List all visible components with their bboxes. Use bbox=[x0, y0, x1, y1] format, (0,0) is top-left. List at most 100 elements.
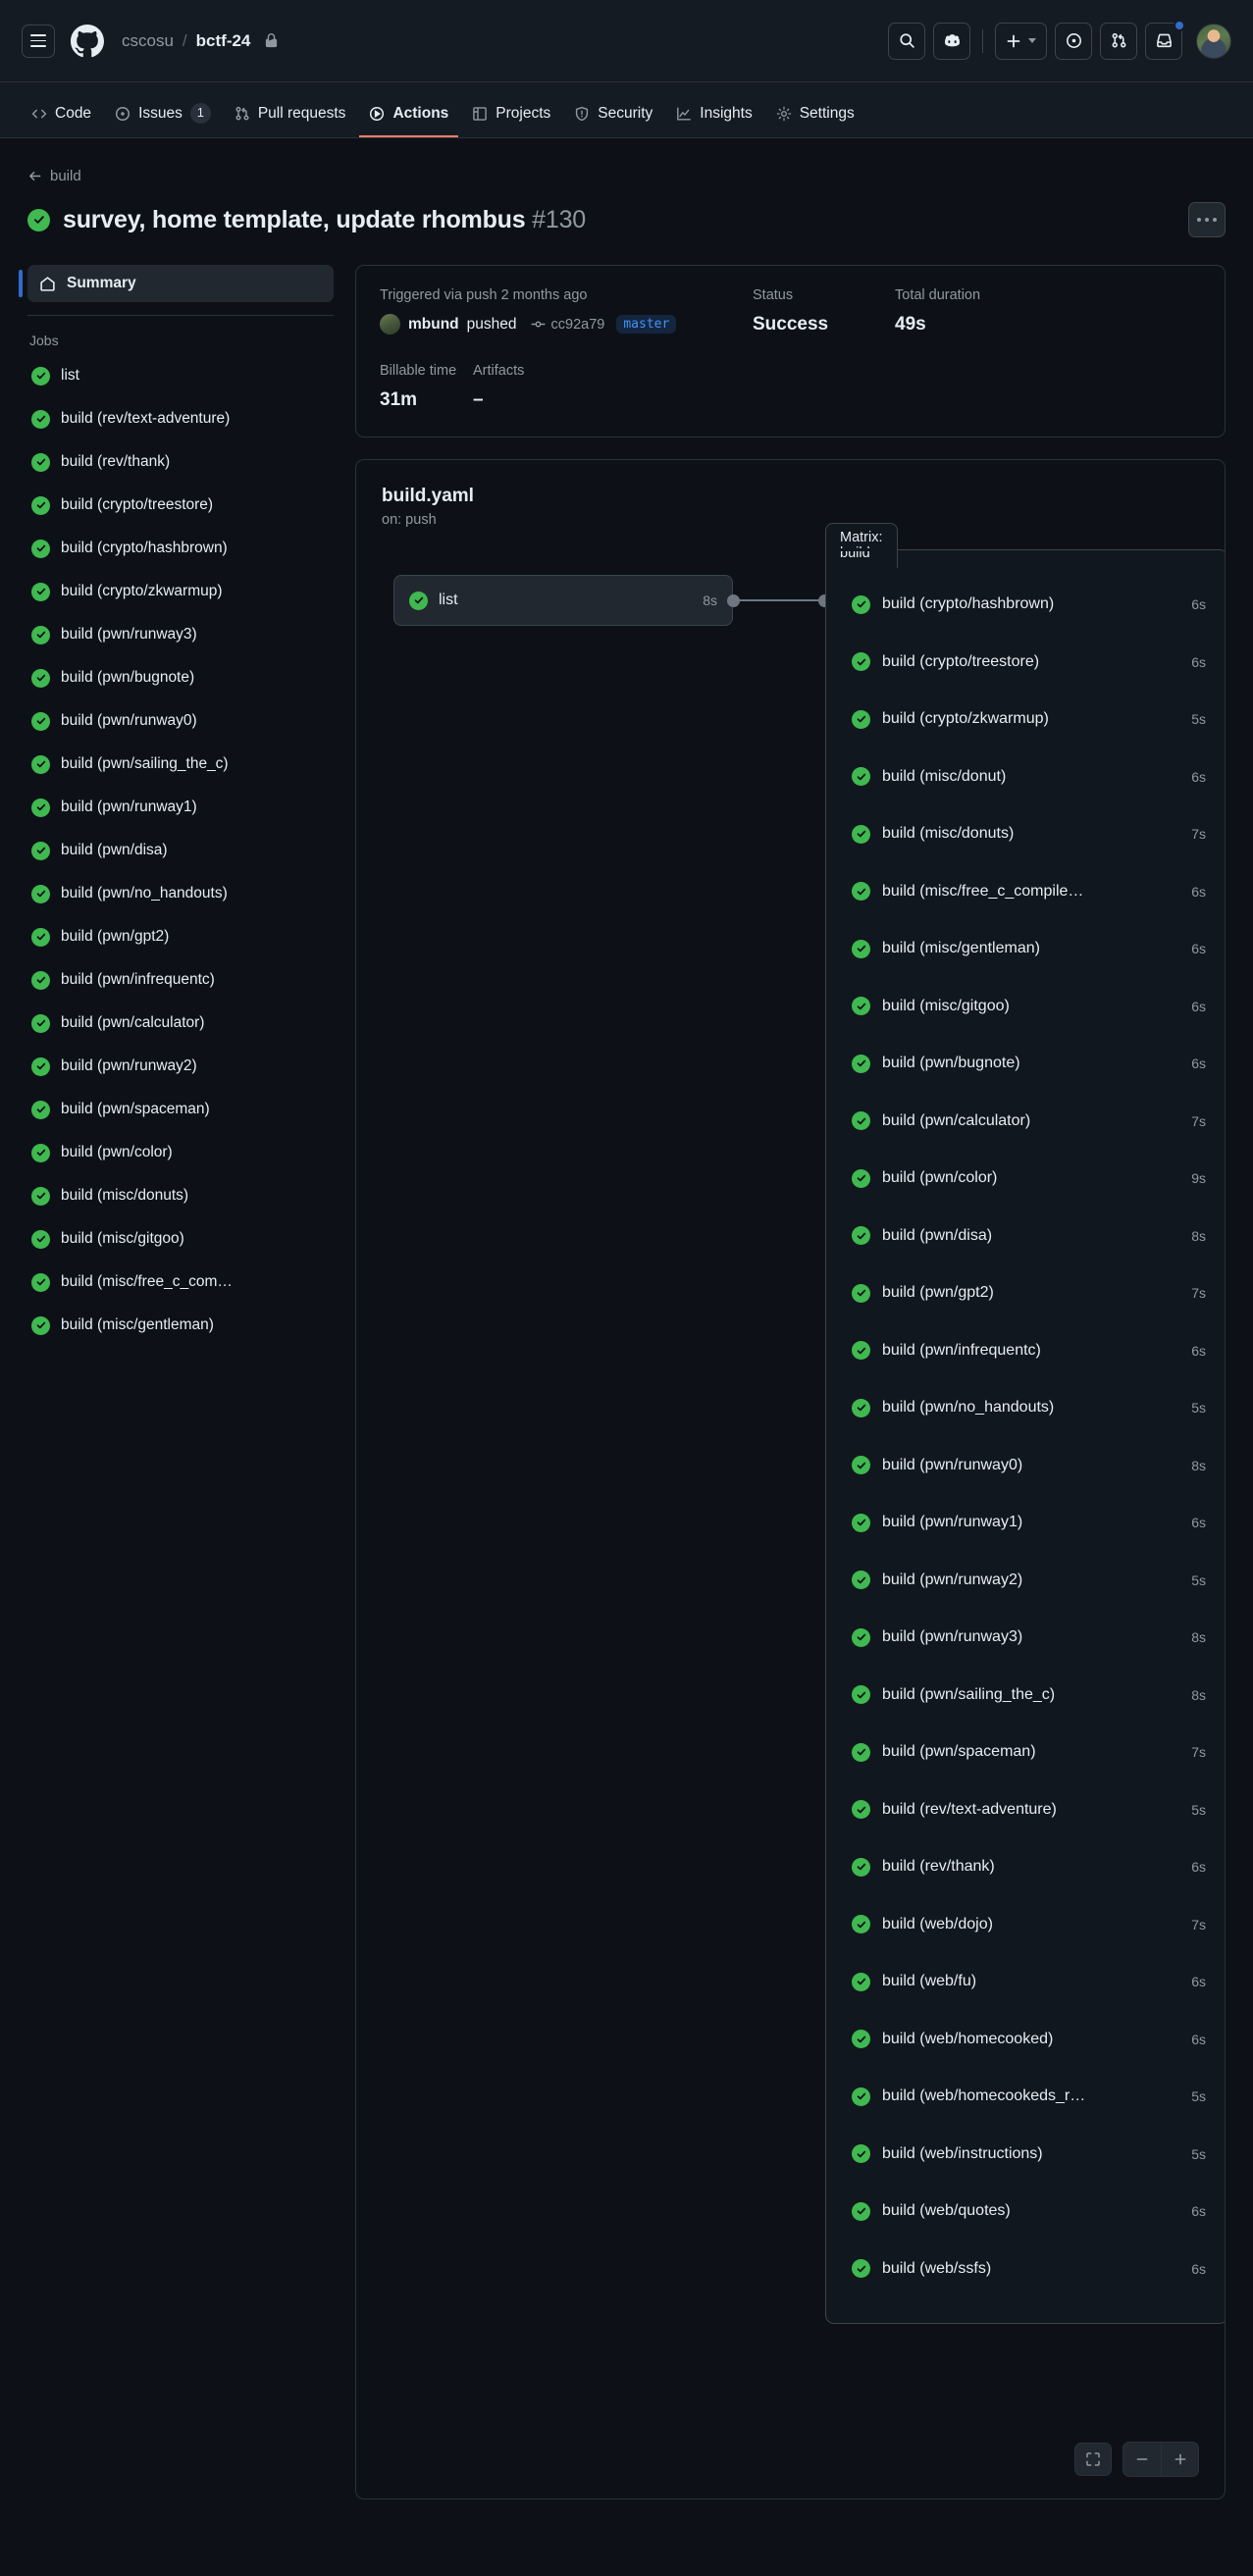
matrix-job-row[interactable]: build (misc/donut) 6s bbox=[826, 748, 1225, 806]
sidebar-job-label: build (misc/donuts) bbox=[61, 1187, 189, 1204]
matrix-job-row[interactable]: build (web/quotes) 6s bbox=[826, 2183, 1225, 2241]
notifications-inbox-icon[interactable] bbox=[1145, 19, 1185, 60]
commit-sha-text: cc92a79 bbox=[550, 316, 605, 333]
matrix-job-row[interactable]: build (rev/text-adventure) 5s bbox=[826, 1781, 1225, 1839]
search-icon[interactable] bbox=[888, 22, 925, 60]
branch-badge[interactable]: master bbox=[616, 315, 677, 334]
back-to-workflow-link[interactable]: build bbox=[27, 168, 81, 184]
matrix-job-row[interactable]: build (pwn/no_handouts) 5s bbox=[826, 1379, 1225, 1437]
matrix-job-duration: 6s bbox=[1191, 653, 1206, 670]
sidebar-job-item[interactable]: build (misc/gentleman) bbox=[27, 1304, 334, 1347]
matrix-job-row[interactable]: build (crypto/hashbrown) 6s bbox=[826, 576, 1225, 634]
check-circle-icon bbox=[852, 1168, 870, 1188]
repo-nav-item-issues[interactable]: Issues 1 bbox=[105, 91, 221, 137]
repo-nav-item-security[interactable]: Security bbox=[564, 91, 662, 137]
sidebar-job-label: build (misc/gentleman) bbox=[61, 1316, 214, 1333]
matrix-job-row[interactable]: build (misc/gentleman) 6s bbox=[826, 920, 1225, 978]
matrix-job-row[interactable]: build (pwn/runway2) 5s bbox=[826, 1552, 1225, 1610]
sidebar-job-item[interactable]: build (crypto/treestore) bbox=[27, 484, 334, 527]
repo-nav-item-settings[interactable]: Settings bbox=[766, 91, 864, 137]
matrix-job-row[interactable]: build (pwn/runway0) 8s bbox=[826, 1437, 1225, 1495]
sidebar-job-item[interactable]: build (pwn/no_handouts) bbox=[27, 872, 334, 915]
sidebar-job-item[interactable]: build (pwn/bugnote) bbox=[27, 656, 334, 699]
matrix-job-row[interactable]: build (web/fu) 6s bbox=[826, 1953, 1225, 2011]
sidebar-job-item[interactable]: build (pwn/infrequentc) bbox=[27, 958, 334, 1002]
repo-nav-item-insights[interactable]: Insights bbox=[666, 91, 761, 137]
matrix-group-tab[interactable]: Matrix: build bbox=[825, 523, 898, 568]
github-logo-icon[interactable] bbox=[71, 24, 104, 58]
matrix-job-row[interactable]: build (web/instructions) 5s bbox=[826, 2126, 1225, 2184]
matrix-job-row[interactable]: build (pwn/color) 9s bbox=[826, 1150, 1225, 1208]
matrix-job-row[interactable]: build (web/homecookeds_r… 5s bbox=[826, 2068, 1225, 2126]
matrix-job-row[interactable]: build (crypto/treestore) 6s bbox=[826, 634, 1225, 692]
sidebar-job-item[interactable]: build (pwn/calculator) bbox=[27, 1002, 334, 1045]
sidebar-job-item[interactable]: build (pwn/runway3) bbox=[27, 613, 334, 656]
sidebar-job-item[interactable]: build (pwn/color) bbox=[27, 1131, 334, 1174]
repo-nav-item-pull-requests[interactable]: Pull requests bbox=[225, 91, 356, 137]
matrix-job-label: build (pwn/gpt2) bbox=[882, 1284, 994, 1302]
repo-nav-item-projects[interactable]: Projects bbox=[462, 91, 560, 137]
matrix-job-row[interactable]: build (misc/free_c_compile… 6s bbox=[826, 863, 1225, 921]
breadcrumb-owner[interactable]: cscosu bbox=[122, 31, 174, 51]
matrix-job-row[interactable]: build (pwn/bugnote) 6s bbox=[826, 1035, 1225, 1093]
matrix-job-row[interactable]: build (pwn/spaceman) 7s bbox=[826, 1724, 1225, 1781]
sidebar-job-item[interactable]: list bbox=[27, 354, 334, 397]
matrix-job-row[interactable]: build (misc/gitgoo) 6s bbox=[826, 978, 1225, 1036]
fit-screen-icon[interactable] bbox=[1074, 2443, 1112, 2476]
matrix-job-duration: 6s bbox=[1191, 2031, 1206, 2047]
repo-nav-item-code[interactable]: Code bbox=[22, 91, 101, 137]
matrix-job-row[interactable]: build (rev/thank) 6s bbox=[826, 1838, 1225, 1896]
repo-nav-item-actions[interactable]: Actions bbox=[359, 91, 459, 137]
matrix-job-row[interactable]: build (pwn/runway3) 8s bbox=[826, 1609, 1225, 1667]
actor-avatar[interactable] bbox=[380, 314, 400, 335]
matrix-job-row[interactable]: build (pwn/sailing_the_c) 8s bbox=[826, 1667, 1225, 1725]
repo-nav-label: Pull requests bbox=[257, 104, 346, 122]
graph-canvas[interactable]: list 8s Matrix: build build (crypto/hash… bbox=[382, 523, 1225, 2472]
more-options-button[interactable] bbox=[1188, 202, 1226, 237]
matrix-job-row[interactable]: build (pwn/disa) 8s bbox=[826, 1208, 1225, 1265]
sidebar-job-item[interactable]: build (rev/thank) bbox=[27, 440, 334, 484]
sidebar-job-item[interactable]: build (pwn/spaceman) bbox=[27, 1088, 334, 1131]
matrix-job-row[interactable]: build (web/homecooked) 6s bbox=[826, 2011, 1225, 2069]
commit-reference[interactable]: cc92a79 bbox=[530, 316, 605, 333]
sidebar-job-item[interactable]: build (pwn/runway1) bbox=[27, 786, 334, 829]
sidebar-item-summary[interactable]: Summary bbox=[19, 265, 334, 302]
sidebar-job-item[interactable]: build (rev/text-adventure) bbox=[27, 397, 334, 440]
create-new-button[interactable] bbox=[995, 22, 1047, 60]
sidebar-job-item[interactable]: build (pwn/sailing_the_c) bbox=[27, 743, 334, 786]
pull-requests-icon[interactable] bbox=[1100, 22, 1137, 60]
sidebar-job-item[interactable]: build (misc/gitgoo) bbox=[27, 1217, 334, 1261]
sidebar-job-item[interactable]: build (misc/free_c_com… bbox=[27, 1261, 334, 1304]
breadcrumb-separator: / bbox=[182, 30, 187, 50]
issues-icon[interactable] bbox=[1055, 22, 1092, 60]
sidebar-job-item[interactable]: build (pwn/runway0) bbox=[27, 699, 334, 743]
matrix-job-row[interactable]: build (web/dojo) 7s bbox=[826, 1896, 1225, 1954]
matrix-job-row[interactable]: build (crypto/zkwarmup) 5s bbox=[826, 691, 1225, 748]
copilot-icon[interactable] bbox=[933, 22, 970, 60]
sidebar-job-item[interactable]: build (misc/donuts) bbox=[27, 1174, 334, 1217]
matrix-job-row[interactable]: build (misc/donuts) 7s bbox=[826, 805, 1225, 863]
sidebar-job-item[interactable]: build (crypto/hashbrown) bbox=[27, 527, 334, 570]
sidebar-job-item[interactable]: build (crypto/zkwarmup) bbox=[27, 570, 334, 613]
breadcrumb-repo[interactable]: bctf-24 bbox=[196, 31, 251, 51]
user-avatar[interactable] bbox=[1196, 23, 1231, 59]
matrix-job-row[interactable]: build (pwn/runway1) 6s bbox=[826, 1494, 1225, 1552]
summary-billable-column: Billable time 31m bbox=[380, 363, 473, 411]
matrix-job-label: build (web/homecooked) bbox=[882, 2030, 1054, 2047]
zoom-in-icon[interactable] bbox=[1161, 2443, 1198, 2476]
check-circle-icon bbox=[31, 495, 50, 515]
actor-name[interactable]: mbund bbox=[408, 316, 459, 334]
matrix-job-row[interactable]: build (pwn/infrequentc) 6s bbox=[826, 1322, 1225, 1380]
matrix-job-row[interactable]: build (pwn/gpt2) 7s bbox=[826, 1264, 1225, 1322]
matrix-job-row[interactable]: build (pwn/calculator) 7s bbox=[826, 1093, 1225, 1151]
sidebar-job-item[interactable]: build (pwn/runway2) bbox=[27, 1045, 334, 1088]
graph-node-list[interactable]: list 8s bbox=[393, 575, 733, 626]
check-circle-icon bbox=[852, 652, 870, 672]
matrix-job-row[interactable]: build (web/ssfs) 6s bbox=[826, 2241, 1225, 2298]
sidebar-job-item[interactable]: build (pwn/gpt2) bbox=[27, 915, 334, 958]
sidebar-job-item[interactable]: build (pwn/disa) bbox=[27, 829, 334, 872]
summary-duration-column: Total duration 49s bbox=[895, 287, 1201, 335]
check-circle-icon bbox=[31, 1056, 50, 1076]
zoom-out-icon[interactable] bbox=[1123, 2443, 1161, 2476]
hamburger-menu-icon[interactable] bbox=[22, 24, 55, 58]
